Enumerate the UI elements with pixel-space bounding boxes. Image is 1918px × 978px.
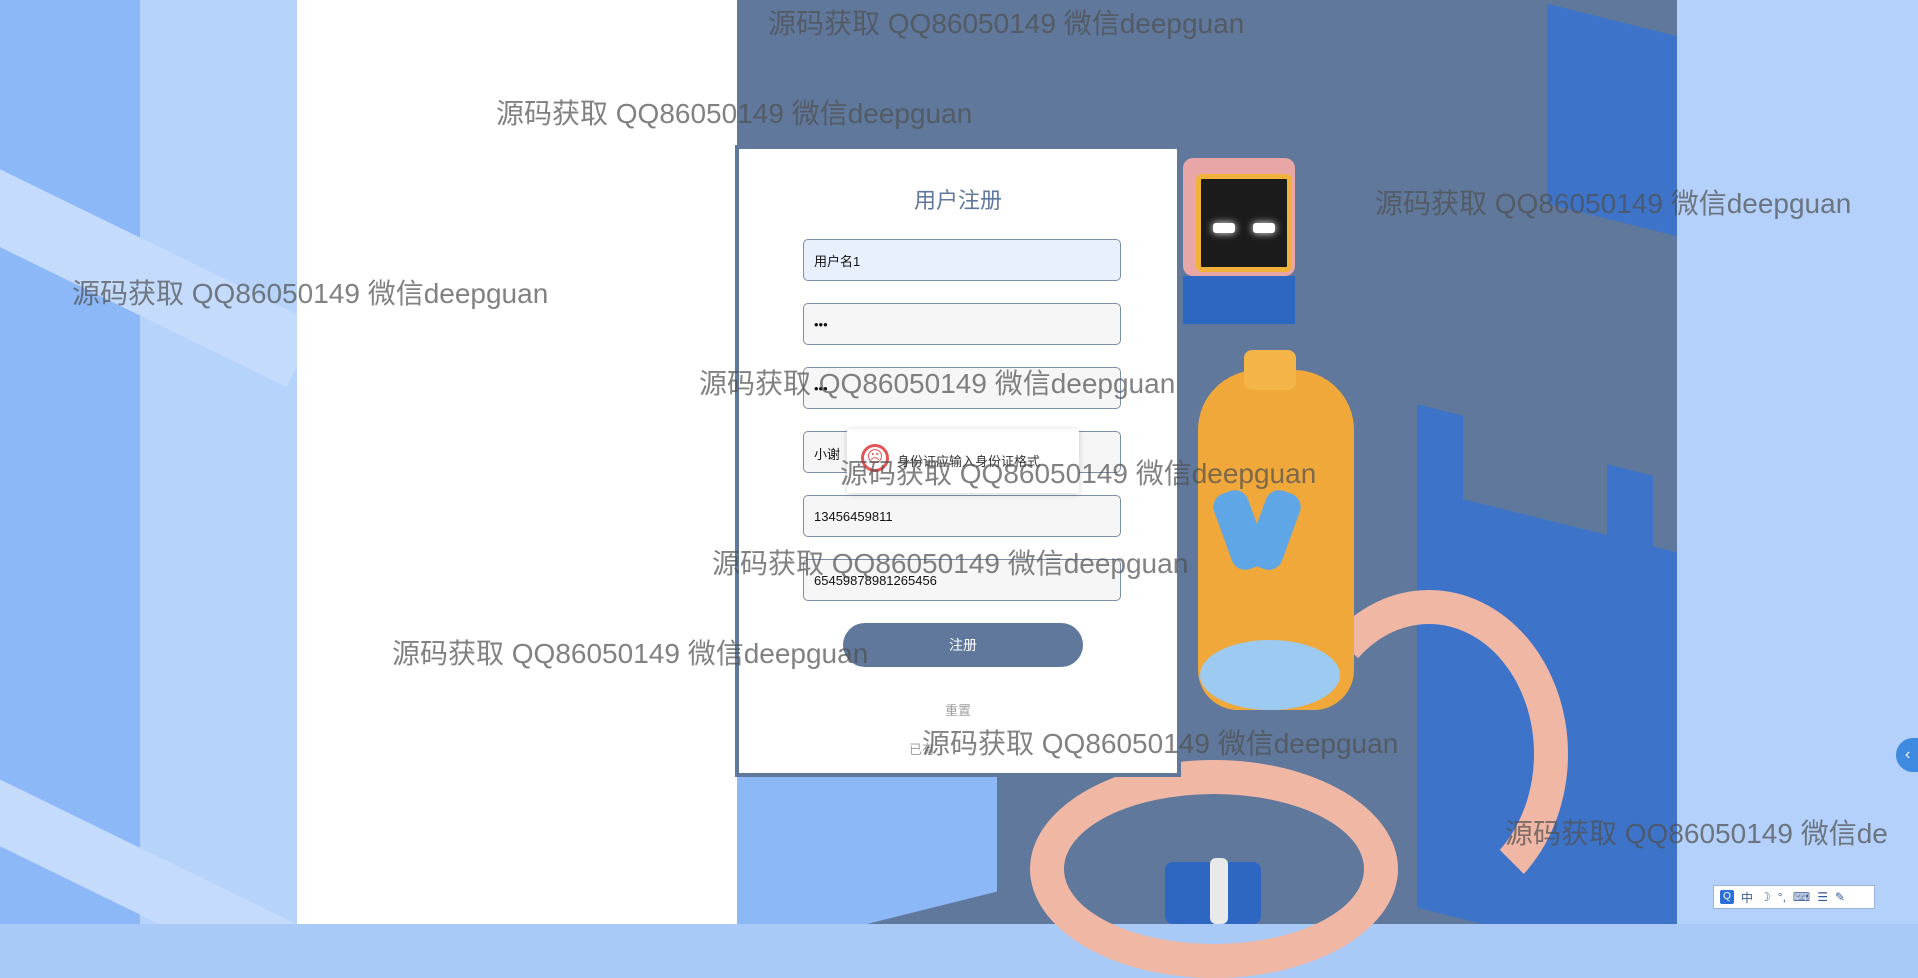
validation-tooltip: ☹ 身份证应输入身份证格式 [847, 429, 1079, 493]
page-title: 用户注册 [913, 188, 1002, 213]
robot-clamp-ring [1210, 858, 1228, 924]
reset-button[interactable]: 重置 [739, 699, 1177, 720]
phone-input[interactable] [803, 495, 1121, 537]
username-input[interactable] [803, 239, 1121, 281]
background-white-panel [297, 0, 737, 924]
robot-eye-icon [1253, 223, 1275, 233]
keyboard-icon[interactable]: ⌨ [1793, 890, 1810, 904]
login-link[interactable]: 已有 [909, 739, 935, 758]
background-left-panel [0, 0, 297, 924]
robot-eye-icon [1213, 223, 1235, 233]
confirm-password-input[interactable] [803, 367, 1121, 409]
background-right-panel [1677, 0, 1918, 924]
robot-neck [1183, 276, 1295, 324]
robot-base [1200, 640, 1340, 710]
menu-icon[interactable]: ☰ [1817, 890, 1828, 904]
background-stripe [140, 0, 297, 924]
id-card-input[interactable] [803, 559, 1121, 601]
ime-logo-icon: Q [1720, 890, 1734, 904]
password-input[interactable] [803, 303, 1121, 345]
register-card: 用户注册 小谢 ☹ 身份证应输入身份证格式 注册 重置 已有 [735, 145, 1181, 777]
robot-top [1244, 350, 1296, 390]
sad-face-icon: ☹ [861, 444, 889, 472]
validation-message: 身份证应输入身份证格式 [897, 454, 1041, 469]
register-button[interactable]: 注册 [843, 623, 1083, 667]
ime-lang-toggle[interactable]: 中 [1741, 889, 1753, 906]
robot-screen [1196, 174, 1292, 272]
chevron-left-icon: ‹ [1905, 746, 1911, 763]
moon-icon[interactable]: ☽ [1760, 890, 1771, 904]
punctuation-icon[interactable]: °, [1778, 890, 1786, 904]
wrench-icon[interactable]: ✎ [1835, 890, 1845, 904]
ime-toolbar[interactable]: Q 中 ☽ °, ⌨ ☰ ✎ [1713, 885, 1875, 909]
name-input-value: 小谢 [814, 447, 841, 462]
